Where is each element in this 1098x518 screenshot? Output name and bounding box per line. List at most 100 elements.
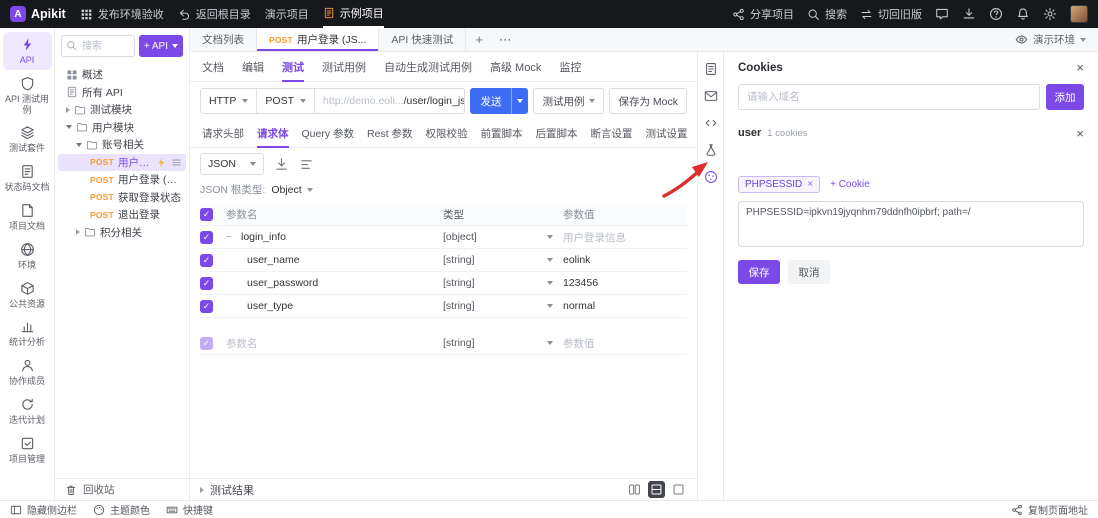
btab-body[interactable]: 请求体	[257, 120, 289, 148]
row-checkbox[interactable]: ✓	[200, 336, 213, 350]
tree-folder-points[interactable]: 积分相关	[58, 224, 186, 242]
subtab-test-case[interactable]: 测试用例	[322, 52, 366, 82]
param-value[interactable]: normal	[563, 300, 687, 312]
param-value-placeholder[interactable]: 参数值	[563, 336, 687, 351]
send-button[interactable]: 发送	[470, 88, 529, 114]
sidebar-item-api-test-case[interactable]: API 测试用例	[3, 71, 52, 120]
theme-color-button[interactable]: 主题颜色	[93, 502, 150, 517]
test-case-button[interactable]: 测试用例	[533, 88, 605, 114]
tree-folder-test-module[interactable]: 测试模块	[58, 101, 186, 119]
switch-old-version-button[interactable]: 切回旧版	[860, 0, 922, 28]
btab-assert[interactable]: 断言设置	[591, 120, 633, 148]
sidebar-item-status-doc[interactable]: 状态码文档	[3, 159, 52, 197]
env-check-menu[interactable]: 发布环境验收	[80, 0, 164, 28]
param-type-select[interactable]: [string]	[443, 337, 563, 349]
recycle-bin-button[interactable]: 回收站	[55, 478, 189, 500]
flask-icon[interactable]	[704, 143, 718, 157]
btab-query[interactable]: Query 参数	[302, 120, 355, 148]
send-dropdown[interactable]	[511, 88, 528, 114]
sidebar-item-shared-resources[interactable]: 公共资源	[3, 276, 52, 314]
row-checkbox[interactable]: ✓	[200, 253, 213, 267]
new-tab-button[interactable]: +	[466, 28, 492, 51]
row-checkbox[interactable]: ✓	[200, 276, 213, 290]
tab-user-login[interactable]: POST 用户登录 (JS...	[257, 28, 380, 51]
layout-full-button[interactable]	[670, 481, 687, 498]
btab-test-settings[interactable]: 测试设置	[646, 120, 688, 148]
test-result-bar[interactable]: 测试结果	[190, 478, 697, 500]
subtab-doc[interactable]: 文档	[202, 52, 224, 82]
cookie-icon[interactable]	[704, 170, 718, 184]
environment-selector[interactable]: 演示环境	[1003, 28, 1098, 51]
global-search-button[interactable]: 搜索	[807, 0, 847, 28]
param-name[interactable]: user_name	[247, 254, 300, 266]
tab-doc-list[interactable]: 文档列表	[190, 28, 257, 51]
code-icon[interactable]	[704, 116, 718, 130]
lightning-icon[interactable]	[156, 157, 167, 168]
copy-page-url-button[interactable]: 复制页面地址	[1011, 502, 1088, 517]
back-root-button[interactable]: 返回根目录	[178, 0, 251, 28]
tree-api-logout[interactable]: POST 退出登录	[58, 206, 186, 224]
param-name[interactable]: user_type	[247, 300, 293, 312]
select-all-checkbox[interactable]: ✓	[200, 207, 213, 221]
save-as-mock-button[interactable]: 保存为 Mock	[609, 88, 687, 114]
download-icon[interactable]	[962, 7, 976, 21]
mail-icon[interactable]	[704, 89, 718, 103]
apikit-logo[interactable]: A Apikit	[10, 6, 66, 22]
cancel-button[interactable]: 取消	[788, 260, 830, 284]
cookie-value-textarea[interactable]: PHPSESSID=ipkvn19jyqnhm79ddnfh0ipbrf; pa…	[738, 201, 1084, 247]
param-value[interactable]: 123456	[563, 277, 687, 289]
remove-cookie-icon[interactable]: ×	[807, 179, 813, 190]
sidebar-item-project-manage[interactable]: 项目管理	[3, 431, 52, 469]
url-input[interactable]: http://demo.eoli... /user/login_json.php	[315, 89, 464, 113]
tree-item-all-api[interactable]: 所有 API	[58, 84, 186, 102]
tab-more-button[interactable]: ⋯	[492, 28, 518, 51]
sidebar-item-statistics[interactable]: 统计分析	[3, 314, 52, 352]
tree-search-input[interactable]	[61, 35, 135, 57]
btab-auth[interactable]: 权限校验	[426, 120, 468, 148]
settings-gear-icon[interactable]	[1043, 7, 1057, 21]
import-icon[interactable]	[274, 157, 289, 172]
sidebar-item-members[interactable]: 协作成员	[3, 353, 52, 391]
param-type-select[interactable]: [object]	[443, 231, 563, 243]
param-type-select[interactable]: [string]	[443, 254, 563, 266]
share-project-button[interactable]: 分享项目	[732, 0, 794, 28]
btab-post-script[interactable]: 后置脚本	[536, 120, 578, 148]
sidebar-item-test-suite[interactable]: 测试套件	[3, 120, 52, 158]
btab-rest[interactable]: Rest 参数	[367, 120, 413, 148]
layout-columns-button[interactable]	[626, 481, 643, 498]
param-name[interactable]: user_password	[247, 277, 318, 289]
tree-api-user-login[interactable]: POST 用户登录...	[58, 153, 186, 171]
param-type-select[interactable]: [string]	[443, 300, 563, 312]
sidebar-item-api[interactable]: API	[2, 32, 52, 70]
close-icon[interactable]: ×	[1076, 61, 1084, 74]
sidebar-item-environment[interactable]: 环境	[3, 237, 52, 275]
body-format-select[interactable]: JSON	[200, 153, 265, 175]
param-type-select[interactable]: [string]	[443, 277, 563, 289]
subtab-auto-case[interactable]: 自动生成测试用例	[384, 52, 472, 82]
subtab-monitor[interactable]: 监控	[559, 52, 581, 82]
collapse-toggle-icon[interactable]: −	[226, 232, 236, 243]
param-value[interactable]: eolink	[563, 254, 687, 266]
tree-api-get-login-status[interactable]: POST 获取登录状态	[58, 189, 186, 207]
domain-input[interactable]	[738, 84, 1040, 110]
subtab-test[interactable]: 测试	[282, 52, 304, 82]
add-cookie-button[interactable]: + Cookie	[830, 179, 870, 190]
sidebar-item-iteration-plan[interactable]: 迭代计划	[3, 392, 52, 430]
tree-api-user-login-form[interactable]: POST 用户登录 (表单参...	[58, 171, 186, 189]
hide-sidebar-button[interactable]: 隐藏侧边栏	[10, 502, 77, 517]
cookie-tag[interactable]: PHPSESSID ×	[738, 176, 821, 193]
feedback-icon[interactable]	[935, 7, 949, 21]
more-menu-icon[interactable]	[171, 157, 182, 168]
tree-item-overview[interactable]: 概述	[58, 66, 186, 84]
subtab-advanced-mock[interactable]: 高级 Mock	[490, 52, 541, 82]
remove-group-icon[interactable]: ×	[1076, 127, 1084, 140]
save-button[interactable]: 保存	[738, 260, 780, 284]
sidebar-item-project-doc[interactable]: 项目文档	[3, 198, 52, 236]
shortcuts-button[interactable]: 快捷键	[166, 502, 213, 517]
layout-rows-button[interactable]	[648, 481, 665, 498]
user-avatar[interactable]	[1070, 5, 1088, 23]
example-project-tab[interactable]: 示例项目	[322, 0, 384, 28]
subtab-edit[interactable]: 编辑	[242, 52, 264, 82]
help-icon[interactable]	[989, 7, 1003, 21]
method-select[interactable]: POST	[257, 89, 316, 113]
